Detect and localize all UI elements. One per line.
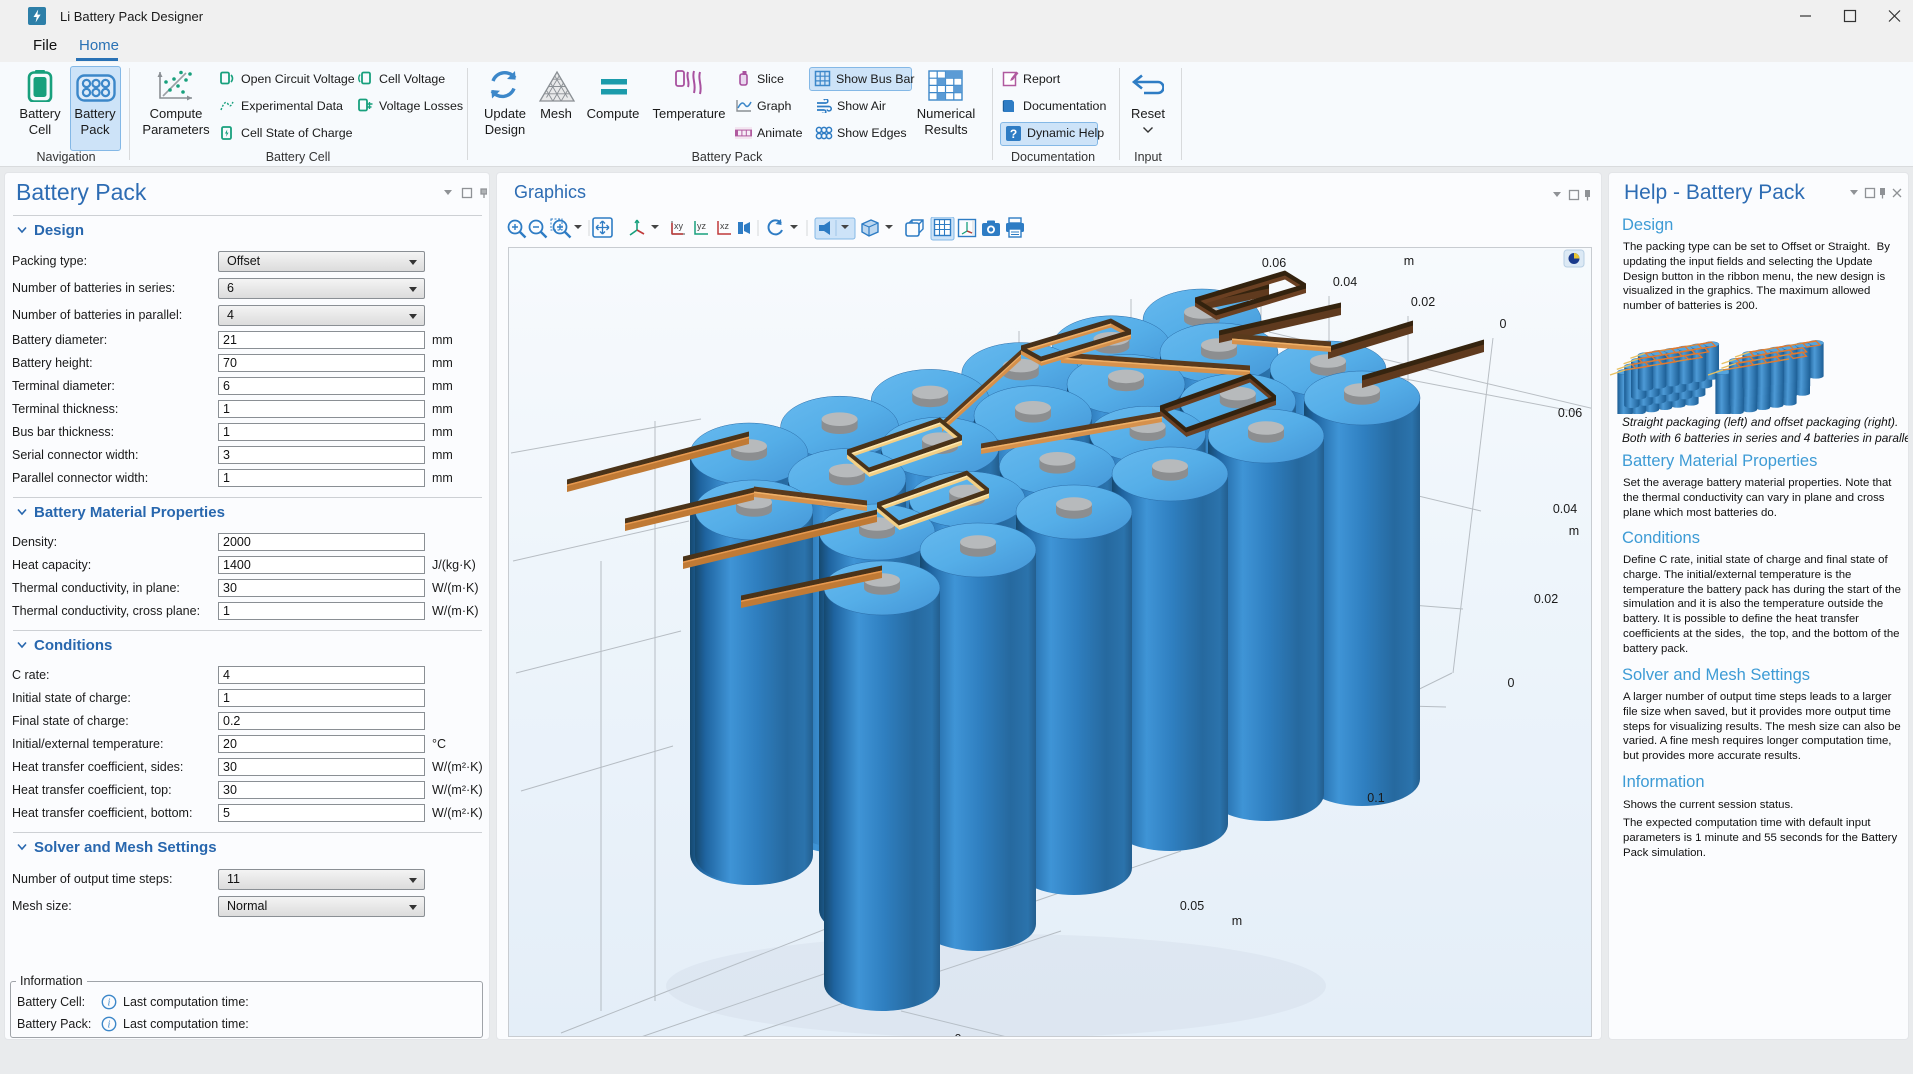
svg-text:m: m bbox=[1569, 524, 1579, 538]
svg-text:0.05: 0.05 bbox=[1180, 899, 1204, 913]
svg-text:xy: xy bbox=[674, 221, 684, 231]
svg-text:?: ? bbox=[1010, 127, 1017, 141]
svg-text:i: i bbox=[108, 998, 111, 1009]
svg-text:0: 0 bbox=[955, 1032, 962, 1037]
svg-text:0: 0 bbox=[1500, 317, 1507, 331]
svg-text:0.04: 0.04 bbox=[1333, 275, 1357, 289]
svg-text:0.06: 0.06 bbox=[1262, 256, 1286, 270]
svg-text:0.04: 0.04 bbox=[1553, 502, 1577, 516]
svg-text:m: m bbox=[1404, 254, 1414, 268]
svg-text:0.06: 0.06 bbox=[1558, 406, 1582, 420]
svg-text:yz: yz bbox=[697, 221, 707, 231]
svg-text:xz: xz bbox=[720, 221, 730, 231]
svg-text:0: 0 bbox=[1508, 676, 1515, 690]
svg-text:0.02: 0.02 bbox=[1534, 592, 1558, 606]
svg-text:0.1: 0.1 bbox=[1367, 791, 1384, 805]
svg-text:i: i bbox=[108, 1020, 111, 1031]
svg-text:0.02: 0.02 bbox=[1411, 295, 1435, 309]
svg-text:m: m bbox=[1232, 914, 1242, 928]
